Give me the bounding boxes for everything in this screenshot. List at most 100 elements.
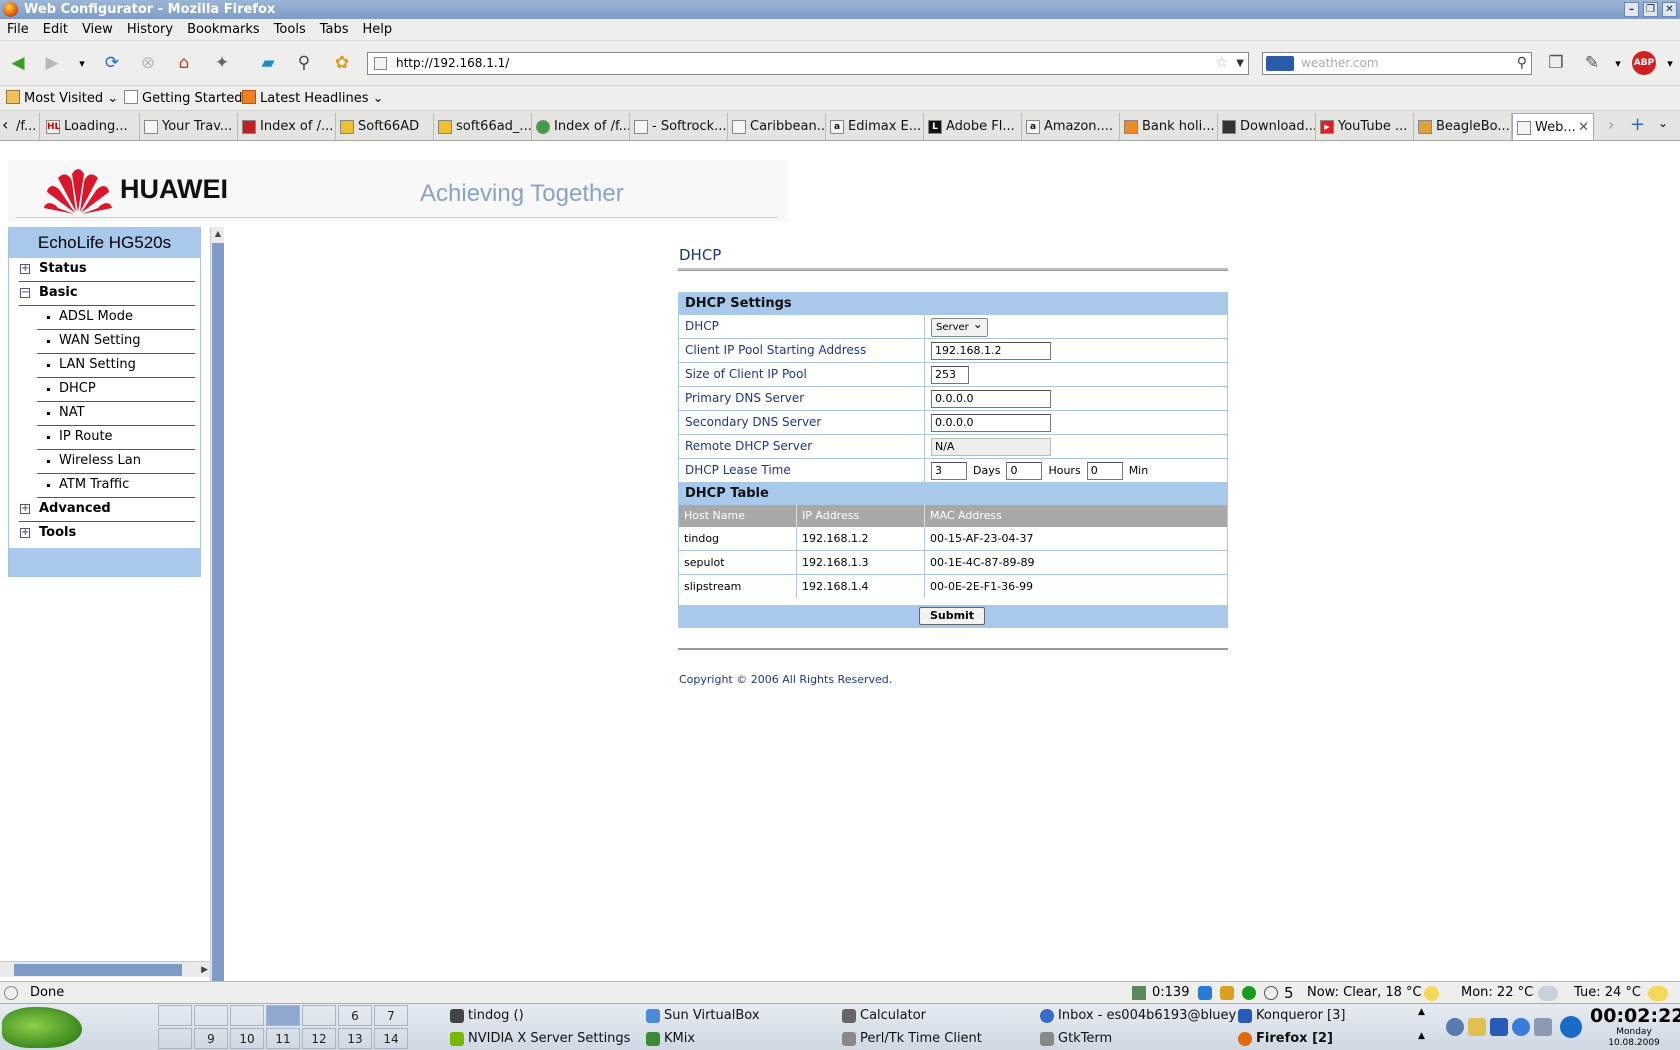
secondary-dns-input[interactable]: 0.0.0.0	[931, 414, 1051, 432]
expand-icon[interactable]: +	[20, 504, 30, 514]
sidebar-item-nat[interactable]: NAT	[37, 402, 195, 426]
history-dropdown-icon[interactable]: ▾	[70, 51, 94, 75]
url-text[interactable]: http://192.168.1.1/	[396, 56, 509, 70]
adblock-icon[interactable]: ABP	[1632, 51, 1656, 75]
close-icon[interactable]: ✕	[1662, 2, 1677, 17]
bookmark-latest-headlines[interactable]: Latest Headlines ⌄	[242, 86, 384, 111]
desktop-7[interactable]: 7	[374, 1005, 408, 1026]
scrollbar-thumb[interactable]	[212, 243, 224, 1020]
tab[interactable]: L Adobe Fl...	[924, 113, 1022, 140]
download-icon[interactable]	[1132, 986, 1146, 1000]
tab[interactable]: Soft66AD	[336, 113, 434, 140]
help-icon[interactable]	[1512, 1018, 1530, 1036]
task-scroll-up-icon[interactable]: ▲	[1418, 1007, 1425, 1017]
expand-icon[interactable]: +	[20, 264, 30, 274]
sidebar-item-dhcp[interactable]: DHCP	[37, 378, 195, 402]
sidebar-item-adsl-mode[interactable]: ADSL Mode	[37, 306, 195, 330]
forward-icon[interactable]: ▶	[40, 51, 64, 75]
addon-icon[interactable]: ✿	[330, 51, 354, 75]
sidebar-item-advanced[interactable]: + Advanced	[19, 498, 195, 522]
frame-horizontal-scrollbar[interactable]: ▶	[0, 961, 210, 977]
tab[interactable]: Index of /f...	[532, 113, 630, 140]
tab[interactable]: Your Trav...	[140, 113, 238, 140]
desktop-12[interactable]: 12	[302, 1028, 336, 1049]
desktop-13[interactable]: 13	[338, 1028, 372, 1049]
bookmark-most-visited[interactable]: Most Visited ⌄	[6, 86, 118, 111]
tray-addon-icon[interactable]	[1220, 986, 1234, 1000]
bookmark-star-icon[interactable]: ☆	[1215, 53, 1228, 74]
pool-start-input[interactable]: 192.168.1.2	[931, 342, 1051, 360]
submit-button[interactable]: Submit	[919, 607, 985, 625]
tab[interactable]: /f...	[14, 113, 40, 140]
tab-list-icon[interactable]: ⌄	[1658, 116, 1668, 130]
desktop-11[interactable]: 11	[266, 1028, 300, 1049]
volume-icon[interactable]	[1446, 1018, 1464, 1036]
weather-now[interactable]: Now: Clear, 18 °C	[1307, 982, 1422, 1004]
clock[interactable]: 00:02:22 Monday 10.08.2009	[1590, 1005, 1680, 1049]
task-perl-tk[interactable]: Perl/Tk Time Client	[840, 1028, 982, 1049]
task-virtualbox[interactable]: Sun VirtualBox	[644, 1005, 760, 1026]
status-ok-icon[interactable]	[1242, 986, 1256, 1000]
sidebar-item-tools[interactable]: + Tools	[19, 522, 195, 546]
search-addon-icon[interactable]: ⚲	[292, 51, 316, 75]
task-konqueror[interactable]: Konqueror [3]	[1236, 1005, 1345, 1026]
hp-icon[interactable]	[1560, 1016, 1582, 1038]
dhcp-mode-select[interactable]: Server	[931, 316, 988, 337]
back-icon[interactable]: ◀	[6, 51, 30, 75]
tray-addon-icon[interactable]	[1198, 986, 1212, 1000]
network-icon[interactable]	[1490, 1018, 1508, 1036]
reload-icon[interactable]: ⟳	[100, 51, 124, 75]
tab[interactable]: soft66ad_...	[434, 113, 532, 140]
sidebar-item-wan-setting[interactable]: WAN Setting	[37, 330, 195, 354]
desktop-8[interactable]	[158, 1028, 192, 1049]
tab-active[interactable]: Web... ✕	[1512, 113, 1594, 140]
sidebar-item-atm-traffic[interactable]: ATM Traffic	[37, 474, 195, 498]
site-identity-icon[interactable]	[374, 57, 387, 70]
menu-history[interactable]: History	[120, 19, 180, 41]
maximize-icon[interactable]: ❐	[1643, 2, 1658, 17]
search-engine-icon[interactable]	[1266, 56, 1294, 71]
tab[interactable]: a Edimax E...	[826, 113, 924, 140]
sidebar-item-status[interactable]: + Status	[19, 258, 195, 282]
bookmark-getting-started[interactable]: Getting Started	[124, 86, 243, 111]
tab[interactable]: Download...	[1218, 113, 1316, 140]
adblock-dropdown-icon[interactable]: ▾	[1658, 51, 1680, 75]
url-bar[interactable]: http://192.168.1.1/ ☆ ▼	[367, 52, 1249, 75]
scroll-right-icon[interactable]: ▶	[201, 962, 208, 978]
sidebar-item-wireless-lan[interactable]: Wireless Lan	[37, 450, 195, 474]
new-tab-icon[interactable]: +	[1630, 114, 1645, 135]
chat-icon[interactable]: ▰	[256, 51, 280, 75]
klipper-icon[interactable]	[1468, 1018, 1486, 1036]
desktop-9[interactable]: 9	[194, 1028, 228, 1049]
frame-vertical-scrollbar[interactable]: ▲ ▼	[210, 227, 224, 1050]
home-icon[interactable]: ⌂	[172, 51, 196, 75]
desktop-10[interactable]: 10	[230, 1028, 264, 1049]
lease-days-input[interactable]: 3	[931, 462, 967, 480]
tab-scroll-left-icon[interactable]: ‹	[2, 115, 8, 134]
tab-scroll-right-icon[interactable]: ›	[1608, 115, 1614, 134]
task-firefox[interactable]: Firefox [2]	[1236, 1028, 1333, 1049]
menu-bookmarks[interactable]: Bookmarks	[180, 19, 267, 41]
desktop-6[interactable]: 6	[338, 1005, 372, 1026]
desktop-1[interactable]	[158, 1005, 192, 1026]
task-kmix[interactable]: KMix	[644, 1028, 695, 1049]
task-scroll-down-icon[interactable]: ▲	[1418, 1031, 1425, 1041]
collapse-icon[interactable]: −	[20, 288, 30, 298]
notes-dropdown-icon[interactable]: ▾	[1606, 51, 1630, 75]
sidebar-item-basic[interactable]: − Basic	[19, 282, 195, 306]
tab[interactable]: HL Loading...	[42, 113, 140, 140]
scrollbar-thumb[interactable]	[14, 964, 182, 976]
menu-help[interactable]: Help	[356, 19, 400, 41]
menu-file[interactable]: File	[0, 19, 36, 41]
tab[interactable]: Index of /...	[238, 113, 336, 140]
tab[interactable]: Bank holi...	[1120, 113, 1218, 140]
notes-icon[interactable]: ✎	[1580, 51, 1604, 75]
task-gtkterm[interactable]: GtkTerm	[1038, 1028, 1112, 1049]
stop-icon[interactable]: ⊗	[136, 51, 160, 75]
pool-size-input[interactable]: 253	[931, 366, 969, 384]
tab[interactable]: Caribbean...	[728, 113, 826, 140]
desktop-4[interactable]	[266, 1005, 300, 1026]
tab[interactable]: a Amazon....	[1022, 113, 1120, 140]
desktop-2[interactable]	[194, 1005, 228, 1026]
tab-close-icon[interactable]: ✕	[1578, 114, 1589, 140]
